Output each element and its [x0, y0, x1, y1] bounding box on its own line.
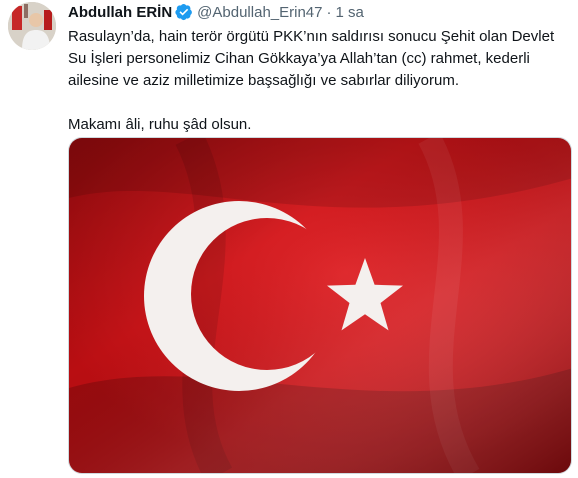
- flag-crescent: [69, 138, 571, 473]
- tweet-header: Abdullah ERİN @Abdullah_Erin47 · 1 sa: [68, 2, 364, 22]
- tweet-body: Rasulayn’da, hain terör örgütü PKK’nın s…: [68, 26, 568, 136]
- author-name[interactable]: Abdullah ERİN: [68, 4, 172, 21]
- author-handle[interactable]: @Abdullah_Erin47: [197, 4, 322, 21]
- tweet-text-paragraph-1: Rasulayn’da, hain terör örgütü PKK’nın s…: [68, 28, 555, 89]
- verified-badge-icon: [175, 3, 193, 21]
- separator-dot: ·: [326, 3, 332, 21]
- tweet-text-paragraph-2: Makamı âli, ruhu şâd olsun.: [68, 116, 252, 133]
- avatar-photo-icon: [8, 2, 56, 50]
- tweet-timestamp[interactable]: 1 sa: [335, 4, 363, 21]
- turkish-flag-image: [69, 138, 571, 473]
- avatar[interactable]: [8, 2, 56, 50]
- tweet-media-image[interactable]: [68, 137, 572, 474]
